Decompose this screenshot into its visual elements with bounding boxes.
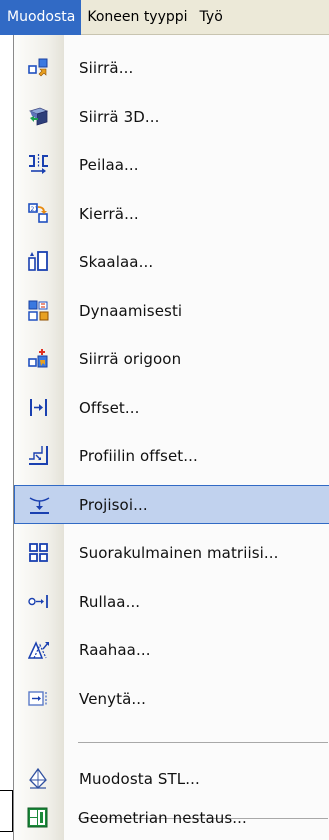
rotate-icon: 21 (28, 203, 49, 224)
menu-item-label: Suorakulmainen matriisi... (79, 543, 279, 562)
menu-item-geometrian-nestaus-row[interactable]: Geometrian nestaus... (13, 798, 329, 837)
menu-item-label: Dynaamisesti (79, 301, 183, 320)
menu-item-muodosta-stl[interactable]: Muodosta STL... (14, 759, 329, 798)
menu-item-siirra[interactable]: Siirrä... (14, 48, 329, 87)
menu-item-raahaa[interactable]: Raahaa... (14, 630, 329, 669)
menu-item-kierra[interactable]: 21 Kierrä... (14, 194, 329, 233)
menu-item-label: Rullaa... (79, 592, 141, 611)
menu-item-suorakulmainen-matriisi[interactable]: Suorakulmainen matriisi... (14, 533, 329, 572)
menu-muodosta[interactable]: Muodosta (0, 0, 82, 35)
profile-offset-icon (28, 445, 49, 466)
roll-icon (28, 591, 49, 612)
menu-item-projisoi[interactable]: Projisoi... (14, 485, 329, 524)
menu-item-label: Projisoi... (79, 495, 148, 514)
scale-icon (28, 251, 49, 272)
menu-separator (78, 742, 328, 743)
move-to-origin-icon (28, 348, 49, 369)
dynamic-icon (28, 300, 49, 321)
menu-item-label: Siirrä origoon (79, 349, 182, 368)
menu-item-label: Kierrä... (79, 204, 139, 223)
menu-item-label: Profiilin offset... (79, 446, 198, 465)
menu-item-offset[interactable]: Offset... (14, 388, 329, 427)
offset-icon (28, 397, 49, 418)
mirror-icon (28, 154, 49, 175)
move-3d-icon (28, 106, 49, 127)
move-icon (28, 57, 49, 78)
menu-bar: Muodosta Koneen tyyppi Työ (0, 0, 329, 35)
menu-item-skaalaa[interactable]: Skaalaa... (14, 242, 329, 281)
drag-icon (28, 639, 49, 660)
menu-koneen-tyyppi[interactable]: Koneen tyyppi (81, 0, 193, 35)
stretch-icon (28, 688, 49, 709)
menu-item-label: Venytä... (79, 689, 146, 708)
menu-item-venyta[interactable]: Venytä... (14, 679, 329, 718)
menu-item-rullaa[interactable]: Rullaa... (14, 582, 329, 621)
menu-item-peilaa[interactable]: Peilaa... (14, 145, 329, 184)
menu-item-label: Siirrä... (79, 58, 134, 77)
menu-item-label: Geometrian nestaus... (78, 808, 247, 827)
menu-item-label: Raahaa... (79, 640, 151, 659)
menu-item-profiilin-offset[interactable]: Profiilin offset... (14, 436, 329, 475)
svg-text:21: 21 (31, 206, 39, 213)
menu-item-label: Siirrä 3D... (79, 107, 160, 126)
menu-item-label: Peilaa... (79, 155, 139, 174)
nesting-icon (27, 807, 48, 828)
menu-item-siirra-origoon[interactable]: Siirrä origoon (14, 339, 329, 378)
create-stl-icon (28, 768, 49, 789)
menu-item-label: Muodosta STL... (79, 769, 200, 788)
menu-item-label: Offset... (79, 398, 140, 417)
project-icon (29, 495, 50, 516)
menu-item-siirra-3d[interactable]: Siirrä 3D... (14, 97, 329, 136)
menu-item-label: Skaalaa... (79, 252, 154, 271)
menu-tyo[interactable]: Työ (194, 0, 229, 35)
muodosta-dropdown-menu: Siirrä... Siirrä 3D... Peilaa... 21 Kier… (13, 35, 329, 840)
rectangular-array-icon (28, 542, 49, 563)
menu-item-dynaamisesti[interactable]: Dynaamisesti (14, 291, 329, 330)
